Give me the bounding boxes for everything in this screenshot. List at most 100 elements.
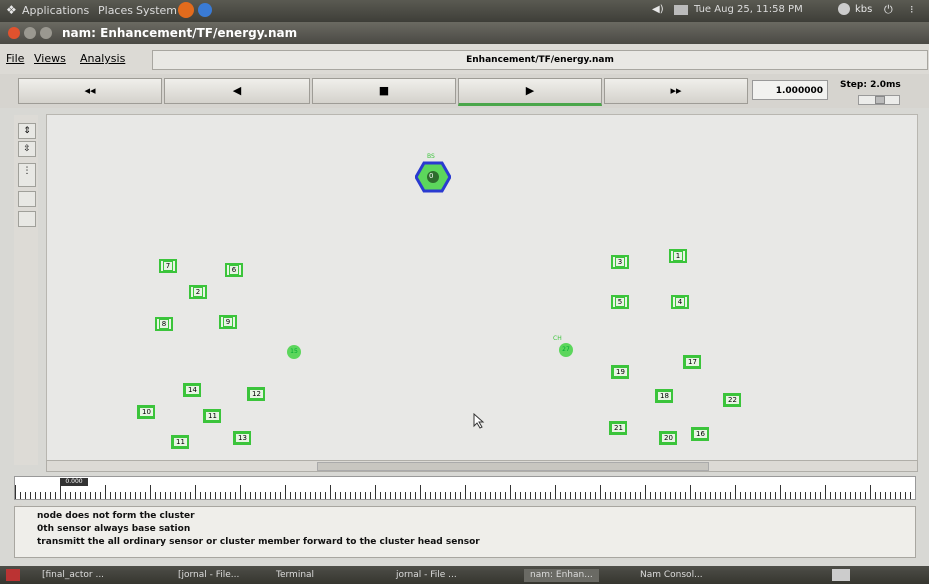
taskbar-item[interactable]: Nam Consol... xyxy=(640,569,703,582)
sensor-node[interactable]: 11 xyxy=(171,435,189,449)
step-slider-handle[interactable] xyxy=(875,96,885,104)
timeline-tick xyxy=(560,492,561,499)
sensor-node[interactable]: 18 xyxy=(655,389,673,403)
sensor-node[interactable]: 2 xyxy=(189,285,207,299)
menu-views[interactable]: Views xyxy=(34,52,66,65)
show-desktop-icon[interactable] xyxy=(6,569,20,581)
step-back-button[interactable]: ◀ xyxy=(164,78,310,104)
timeline-tick xyxy=(825,485,826,499)
rewind-button[interactable]: ◂◂ xyxy=(18,78,162,104)
volume-icon[interactable]: ◀) xyxy=(652,4,664,15)
close-window-icon[interactable] xyxy=(8,27,20,39)
timeline-tick xyxy=(745,492,746,499)
user-name[interactable]: kbs xyxy=(855,4,872,15)
tool-b-icon[interactable] xyxy=(18,211,36,227)
timeline-tick xyxy=(695,492,696,499)
timeline-tick xyxy=(770,492,771,499)
taskbar-item[interactable]: Terminal xyxy=(276,569,314,582)
timeline-tick xyxy=(585,492,586,499)
power-icon[interactable]: ⏻ xyxy=(884,3,893,17)
sensor-node[interactable]: 17 xyxy=(683,355,701,369)
timeline-tick xyxy=(800,492,801,499)
canvas-hscrollbar[interactable] xyxy=(46,460,918,472)
minimize-window-icon[interactable] xyxy=(24,27,36,39)
timeline-tick xyxy=(275,492,276,499)
sensor-node[interactable]: 6 xyxy=(225,263,243,277)
timeline-tick xyxy=(400,492,401,499)
sensor-node[interactable]: 12 xyxy=(247,387,265,401)
timeline-tick xyxy=(335,492,336,499)
timeline-tick xyxy=(445,492,446,499)
sensor-node[interactable]: 16 xyxy=(691,427,709,441)
sensor-node[interactable]: 8 xyxy=(155,317,173,331)
timeline-tick xyxy=(470,492,471,499)
timeline-tick xyxy=(255,492,256,499)
sensor-node[interactable]: 11 xyxy=(203,409,221,423)
stop-button[interactable]: ■ xyxy=(312,78,456,104)
taskbar-item[interactable]: [final_actor ... xyxy=(42,569,104,582)
sensor-node[interactable]: 22 xyxy=(723,393,741,407)
places-menu[interactable]: Places xyxy=(98,4,133,17)
applications-menu[interactable]: Applications xyxy=(22,4,89,17)
timeline-tick xyxy=(155,492,156,499)
zoom-out-icon[interactable]: ⇳ xyxy=(18,141,36,157)
timeline-tick xyxy=(65,492,66,499)
timeline-tick xyxy=(750,492,751,499)
timeline-tick xyxy=(605,492,606,499)
system-menu[interactable]: System xyxy=(136,4,177,17)
sensor-node[interactable]: 9 xyxy=(219,315,237,329)
more-icon[interactable]: ⁝ xyxy=(910,3,914,16)
play-button[interactable]: ▶ xyxy=(458,78,602,106)
timeline-tick xyxy=(20,492,21,499)
taskbar-item-active[interactable]: nam: Enhan... xyxy=(524,569,599,582)
timeline-tick xyxy=(80,492,81,499)
maximize-window-icon[interactable] xyxy=(40,27,52,39)
sensor-node[interactable]: 19 xyxy=(611,365,629,379)
sensor-node[interactable]: 10 xyxy=(137,405,155,419)
timeline-tick xyxy=(105,485,106,499)
menu-file[interactable]: File xyxy=(6,52,24,65)
cluster-head-node[interactable]: 15 xyxy=(287,345,301,359)
sensor-node[interactable]: 1 xyxy=(669,249,687,263)
timeline-tick xyxy=(735,485,736,499)
menu-analysis[interactable]: Analysis xyxy=(80,52,125,65)
fast-forward-button[interactable]: ▸▸ xyxy=(604,78,748,104)
sensor-node[interactable]: 21 xyxy=(609,421,627,435)
workspace-switcher[interactable] xyxy=(832,569,850,581)
timeline-tick xyxy=(650,492,651,499)
timeline-tick xyxy=(425,492,426,499)
taskbar-item[interactable]: jornal - File ... xyxy=(396,569,457,582)
timeline-ruler[interactable] xyxy=(14,476,916,500)
sensor-node[interactable]: 3 xyxy=(611,255,629,269)
cluster-head-label: CH xyxy=(553,335,562,342)
timeline-tick xyxy=(595,492,596,499)
layout-icon[interactable]: ⋮ xyxy=(18,163,36,187)
clock[interactable]: Tue Aug 25, 11:58 PM xyxy=(694,4,803,15)
sensor-node[interactable]: 5 xyxy=(611,295,629,309)
timeline-tick xyxy=(905,492,906,499)
taskbar-item[interactable]: [jornal - File... xyxy=(178,569,239,582)
timeline-tick xyxy=(95,492,96,499)
network-icon[interactable] xyxy=(674,5,688,15)
tool-a-icon[interactable] xyxy=(18,191,36,207)
timeline-tick xyxy=(645,485,646,499)
step-slider[interactable] xyxy=(858,95,900,105)
sensor-node[interactable]: 7 xyxy=(159,259,177,273)
cluster-head-node[interactable]: 27 xyxy=(559,343,573,357)
network-canvas[interactable]: BS 0 7 6 2 8 9 14 12 10 11 11 13 15 CH 2… xyxy=(46,114,918,462)
sensor-node[interactable]: 14 xyxy=(183,383,201,397)
zoom-in-icon[interactable]: ⇕ xyxy=(18,123,36,139)
timeline-tick xyxy=(490,492,491,499)
timeline-tick xyxy=(355,492,356,499)
gnome-foot-icon[interactable]: ❖ xyxy=(6,3,17,17)
timeline-marker[interactable]: 0.000 xyxy=(60,478,88,486)
help-icon[interactable] xyxy=(198,3,212,17)
canvas-hscroll-thumb[interactable] xyxy=(317,462,709,471)
firefox-icon[interactable] xyxy=(178,2,194,18)
timeline-tick xyxy=(640,492,641,499)
timeline-tick xyxy=(215,492,216,499)
sensor-node[interactable]: 20 xyxy=(659,431,677,445)
sensor-node[interactable]: 4 xyxy=(671,295,689,309)
window-titlebar[interactable]: nam: Enhancement/TF/energy.nam xyxy=(0,22,929,44)
sensor-node[interactable]: 13 xyxy=(233,431,251,445)
